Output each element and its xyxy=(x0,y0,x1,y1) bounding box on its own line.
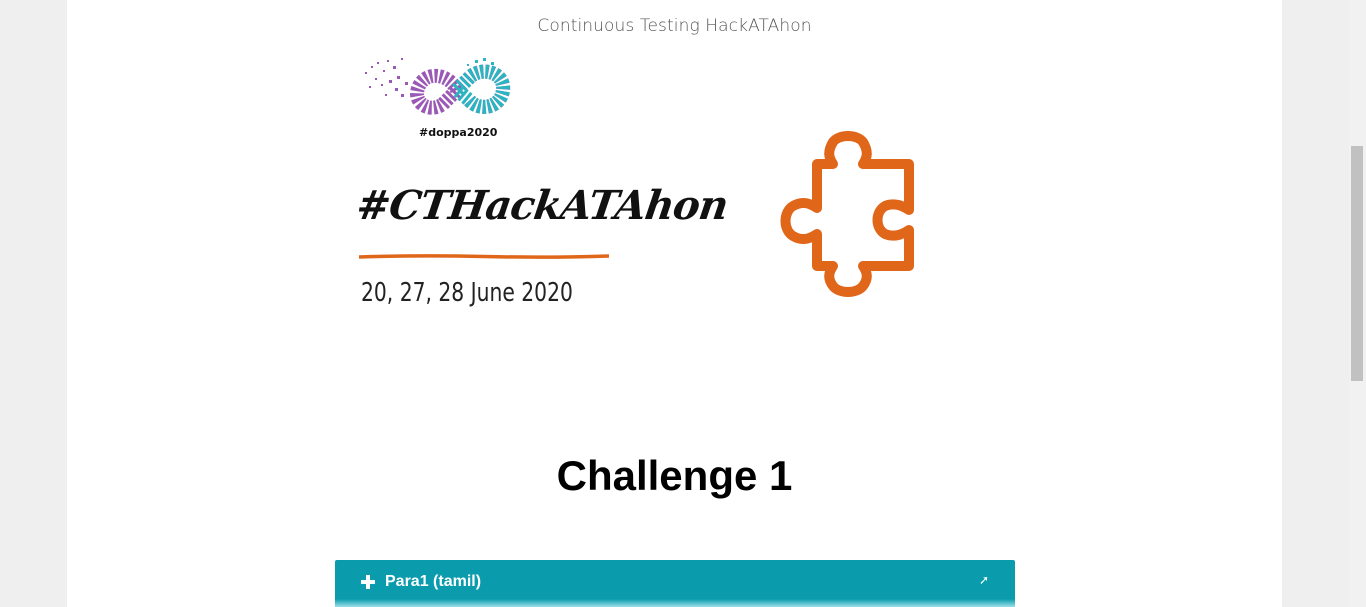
arrow-icon: ➚ xyxy=(979,573,990,587)
event-title: #CTHackATAhon xyxy=(353,182,731,229)
site-title: Continuous Testing HackATAhon xyxy=(537,16,812,36)
puzzle-piece-icon xyxy=(777,130,919,298)
page-container: Continuous Testing HackATAhon #doppa2020… xyxy=(67,0,1282,607)
accordion-toggle-para1[interactable]: Para1 (tamil) ➚ xyxy=(335,560,1015,607)
plus-icon xyxy=(360,574,376,590)
event-banner: #doppa2020 #CTHackATAhon 20, 27, 28 June… xyxy=(353,48,977,348)
vertical-scrollbar[interactable] xyxy=(1349,0,1366,607)
logo-tag: #doppa2020 xyxy=(419,126,498,139)
accordion-label: Para1 (tamil) xyxy=(385,573,482,590)
title-underline xyxy=(359,254,609,259)
challenge-heading: Challenge 1 xyxy=(556,452,793,499)
scrollbar-thumb[interactable] xyxy=(1351,146,1363,381)
event-dates: 20, 27, 28 June 2020 xyxy=(361,278,573,308)
